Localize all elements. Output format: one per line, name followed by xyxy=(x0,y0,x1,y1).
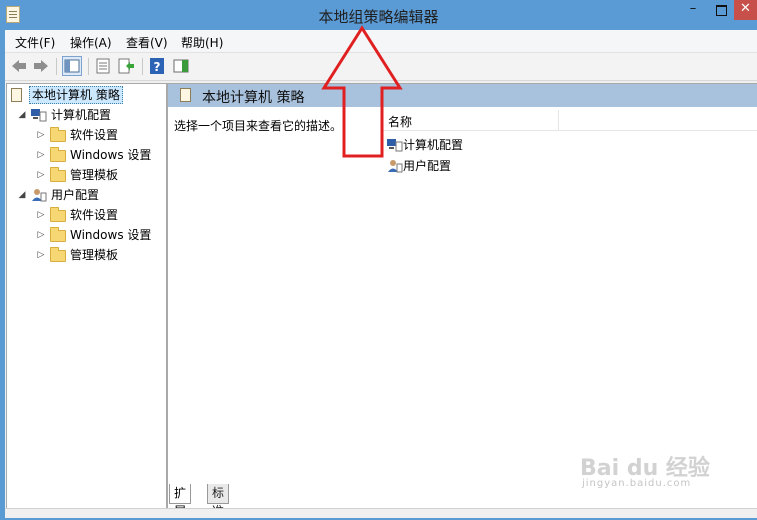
list-item-label: 计算机配置 xyxy=(403,138,464,152)
tree-node-label: 用户配置 xyxy=(51,188,100,202)
console-tree: 本地计算机 策略 ◢ 计算机配置 ▷ 软件设置 ▷ Windows 设置 ▷ 管… xyxy=(6,83,167,516)
forward-arrow-icon[interactable] xyxy=(32,57,50,75)
folder-icon xyxy=(50,207,66,222)
menu-action[interactable]: 操作(A) xyxy=(70,34,112,51)
column-name[interactable]: 名称 xyxy=(388,113,412,130)
folder-icon xyxy=(50,227,66,242)
window-title: 本地组策略编辑器 xyxy=(318,8,439,26)
computer-config-icon xyxy=(387,138,403,152)
user-config-icon xyxy=(31,188,47,202)
properties-icon[interactable] xyxy=(94,57,112,75)
expand-arrow-icon[interactable]: ▷ xyxy=(36,206,46,224)
menu-bar: 文件(F) 操作(A) 查看(V) 帮助(H) xyxy=(5,30,757,53)
column-divider[interactable] xyxy=(558,110,559,130)
result-pane: 本地计算机 策略 选择一个项目来查看它的描述。 名称 计算机配置 用户配置 xyxy=(167,83,757,516)
tree-node-label: 本地计算机 策略 xyxy=(29,86,123,104)
policy-document-icon xyxy=(180,88,191,102)
maximize-button[interactable] xyxy=(708,0,734,20)
tree-node-label: 计算机配置 xyxy=(51,108,112,122)
back-arrow-icon[interactable] xyxy=(10,57,28,75)
tree-node-label: 软件设置 xyxy=(70,208,119,222)
svg-text:?: ? xyxy=(154,60,161,74)
collapse-arrow-icon[interactable]: ◢ xyxy=(17,106,27,124)
tree-node-label: 管理模板 xyxy=(70,168,119,182)
tree-node-label: Windows 设置 xyxy=(70,148,152,162)
computer-config-icon xyxy=(31,108,47,122)
expand-arrow-icon[interactable]: ▷ xyxy=(36,226,46,244)
user-config-icon xyxy=(387,159,403,173)
toolbar-separator xyxy=(56,58,57,75)
maximize-icon xyxy=(715,5,727,16)
show-action-pane-icon[interactable] xyxy=(172,57,190,75)
menu-view[interactable]: 查看(V) xyxy=(126,34,168,51)
result-header: 本地计算机 策略 xyxy=(168,84,757,107)
expand-arrow-icon[interactable]: ▷ xyxy=(36,126,46,144)
export-list-icon[interactable] xyxy=(117,57,135,75)
minimize-button[interactable]: – xyxy=(678,0,708,20)
result-header-title: 本地计算机 策略 xyxy=(202,90,305,106)
expand-arrow-icon[interactable]: ▷ xyxy=(36,246,46,264)
show-hide-tree-icon[interactable] xyxy=(62,56,82,76)
menu-file[interactable]: 文件(F) xyxy=(15,34,55,51)
tree-node-label: 管理模板 xyxy=(70,248,119,262)
menu-help[interactable]: 帮助(H) xyxy=(181,34,223,51)
tab-standard[interactable]: 标准 xyxy=(207,484,230,518)
description-text: 选择一个项目来查看它的描述。 xyxy=(174,119,343,133)
collapse-arrow-icon[interactable]: ◢ xyxy=(17,186,27,204)
close-button[interactable]: ✕ xyxy=(734,0,757,20)
tree-node-label: Windows 设置 xyxy=(70,228,152,242)
toolbar-separator xyxy=(142,58,143,75)
list-column-header[interactable]: 名称 xyxy=(382,110,757,131)
folder-icon xyxy=(50,247,66,262)
tree-node-label: 软件设置 xyxy=(70,128,119,142)
help-icon[interactable]: ? xyxy=(148,57,166,75)
toolbar: ? xyxy=(5,53,757,81)
folder-icon xyxy=(50,127,66,142)
list-item-label: 用户配置 xyxy=(403,159,452,173)
toolbar-separator xyxy=(88,58,89,75)
policy-document-icon xyxy=(11,88,22,102)
folder-icon xyxy=(50,147,66,162)
folder-icon xyxy=(50,167,66,182)
expand-arrow-icon[interactable]: ▷ xyxy=(36,166,46,184)
expand-arrow-icon[interactable]: ▷ xyxy=(36,146,46,164)
window-client: 文件(F) 操作(A) 查看(V) 帮助(H) ? 本地计算机 策略 ◢ 计算机… xyxy=(5,30,757,518)
tab-extended[interactable]: 扩展 xyxy=(169,484,192,518)
title-bar: 本地组策略编辑器 – ✕ xyxy=(0,0,757,30)
